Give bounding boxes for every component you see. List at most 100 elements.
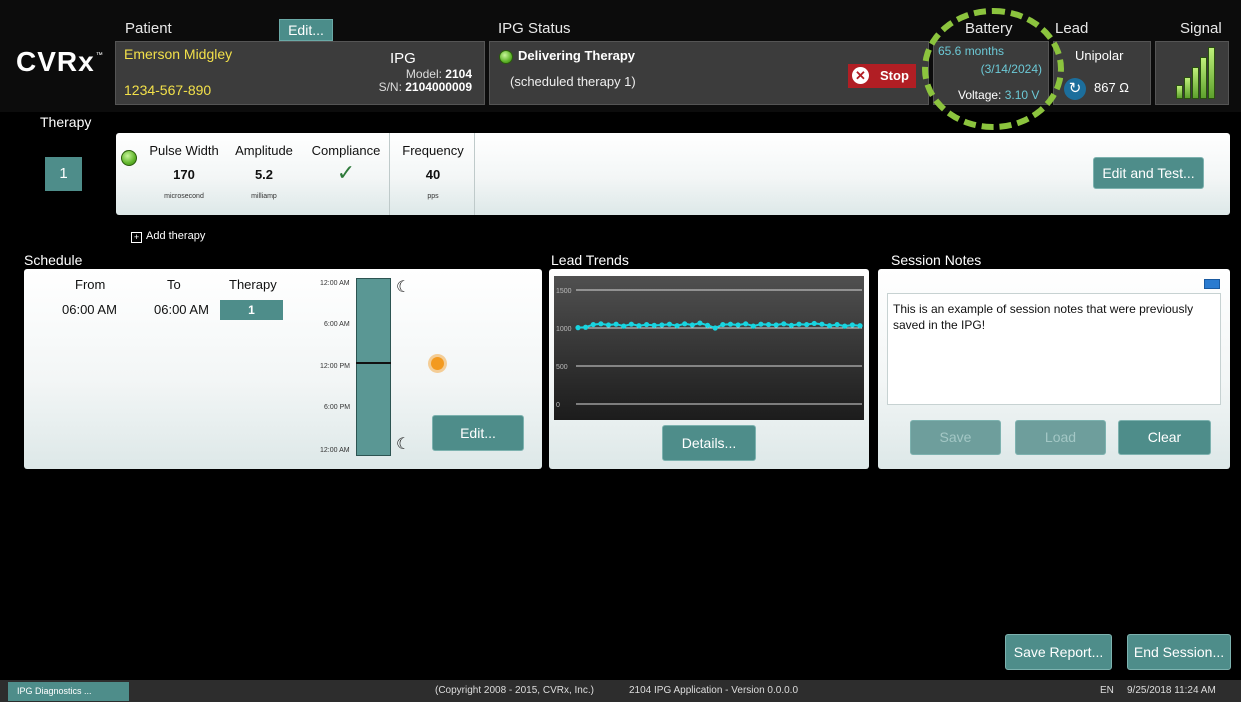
edit-patient-button[interactable]: Edit... [279, 19, 333, 41]
data-point [735, 322, 741, 328]
edit-and-test-button[interactable]: Edit and Test... [1093, 157, 1204, 189]
column-divider [389, 133, 390, 215]
signal-bar [1184, 77, 1191, 99]
ipg-status-title: IPG Status [498, 20, 571, 37]
pulse-width-column: Pulse Width 170 microsecond [144, 143, 224, 200]
keyboard-icon[interactable] [1204, 279, 1220, 289]
data-point [605, 322, 612, 328]
status-sub-text: (scheduled therapy 1) [510, 74, 636, 89]
schedule-row-to: 06:00 AM [154, 302, 209, 317]
schedule-title: Schedule [24, 252, 83, 268]
schedule-panel: From To Therapy 06:00 AM 06:00 AM 1 12:0… [24, 269, 542, 469]
signal-title: Signal [1180, 20, 1222, 37]
therapy-number-badge[interactable]: 1 [45, 157, 82, 191]
compliance-column: Compliance ✓ [304, 143, 388, 184]
signal-bar [1176, 85, 1183, 99]
amplitude-header: Amplitude [235, 143, 293, 158]
signal-bar [1208, 47, 1215, 99]
status-bar: IPG Diagnostics ... (Copyright 2008 - 20… [0, 680, 1241, 702]
data-point [804, 321, 810, 328]
signal-bar [1192, 67, 1199, 99]
refresh-icon[interactable]: ↻ [1064, 78, 1086, 100]
patient-panel: Emerson Midgley 1234-567-890 IPG Model: … [115, 41, 485, 105]
data-point [712, 325, 718, 331]
timeline-label: 6:00 AM [324, 321, 350, 328]
data-point [697, 320, 703, 326]
ipg-label: IPG [390, 50, 416, 67]
save-report-button[interactable]: Save Report... [1005, 634, 1112, 670]
data-point [651, 322, 657, 328]
data-point [682, 321, 688, 327]
lead-trends-title: Lead Trends [551, 252, 629, 268]
data-point [857, 323, 863, 329]
timeline-label: 6:00 PM [324, 404, 351, 411]
frequency-value: 40 [425, 167, 441, 182]
data-point [666, 321, 673, 327]
checkmark-icon: ✓ [336, 160, 356, 185]
data-point [628, 321, 634, 327]
lead-title: Lead [1055, 20, 1089, 37]
y-tick-label: 1000 [556, 326, 572, 333]
patient-title: Patient [125, 20, 172, 37]
clear-notes-button[interactable]: Clear [1118, 420, 1211, 455]
load-notes-button[interactable]: Load [1015, 420, 1106, 455]
compliance-header: Compliance [311, 143, 381, 158]
data-point [781, 321, 787, 327]
amplitude-value: 5.2 [254, 167, 274, 182]
series-line [577, 322, 861, 330]
edit-schedule-button[interactable]: Edit... [432, 415, 524, 451]
session-notes-textarea[interactable]: This is an example of session notes that… [887, 293, 1221, 405]
sun-icon [431, 357, 444, 370]
taskbar-ipg-diagnostics[interactable]: IPG Diagnostics ... [8, 682, 129, 701]
timeline-label: 12:00 PM [320, 363, 350, 370]
data-point [796, 321, 802, 327]
data-point [689, 322, 695, 328]
data-point [720, 321, 726, 328]
data-point [613, 321, 619, 327]
lead-trends-chart: 0 500 1000 1500 [554, 276, 864, 420]
schedule-row-therapy[interactable]: 1 [220, 300, 283, 320]
data-point [849, 322, 855, 328]
header-bar: CVRx™ Patient Edit... IPG Status Battery… [0, 0, 1241, 130]
amplitude-unit: milliamp [251, 193, 277, 200]
data-point [773, 322, 779, 328]
therapy-status-icon [121, 150, 137, 166]
schedule-header-therapy: Therapy [229, 277, 277, 292]
data-point [704, 322, 711, 328]
signal-panel [1155, 41, 1229, 105]
app-version-text: 2104 IPG Application - Version 0.0.0.0 [629, 685, 798, 696]
pulse-width-unit: microsecond [164, 193, 204, 200]
details-button[interactable]: Details... [662, 425, 756, 461]
data-point [727, 321, 734, 327]
y-tick-label: 0 [556, 402, 560, 409]
data-point [583, 324, 589, 330]
frequency-column: Frequency 40 pps [394, 143, 472, 200]
y-tick-label: 1500 [556, 288, 572, 295]
stop-therapy-button[interactable]: ✕ Stop [848, 64, 916, 88]
end-session-button[interactable]: End Session... [1127, 634, 1231, 670]
data-point [826, 323, 833, 329]
data-point [819, 321, 825, 327]
save-notes-button[interactable]: Save [910, 420, 1001, 455]
frequency-header: Frequency [402, 143, 464, 158]
therapy-title: Therapy [40, 114, 92, 130]
lead-trends-panel: 0 500 1000 1500 Details... [549, 269, 869, 469]
frequency-unit: pps [427, 193, 439, 200]
add-therapy-link[interactable]: + Add therapy [131, 230, 205, 243]
trend-chart-svg: 0 500 1000 1500 [556, 288, 863, 409]
pulse-width-value: 170 [173, 167, 195, 182]
patient-name: Emerson Midgley [124, 46, 233, 62]
data-point [643, 321, 650, 328]
data-point [788, 322, 795, 328]
therapy-panel: Pulse Width 170 microsecond Amplitude 5.… [116, 133, 1230, 215]
plus-icon: + [131, 232, 142, 243]
patient-id: 1234-567-890 [124, 82, 212, 98]
schedule-header-to: To [167, 277, 181, 292]
amplitude-column: Amplitude 5.2 milliamp [228, 143, 300, 200]
session-notes-title: Session Notes [891, 252, 982, 268]
schedule-timeline-bar[interactable] [356, 278, 391, 456]
cvrx-logo: CVRx™ [16, 46, 104, 77]
data-point [590, 321, 596, 328]
data-point [621, 323, 627, 329]
timeline-label: 12:00 AM [320, 280, 350, 287]
